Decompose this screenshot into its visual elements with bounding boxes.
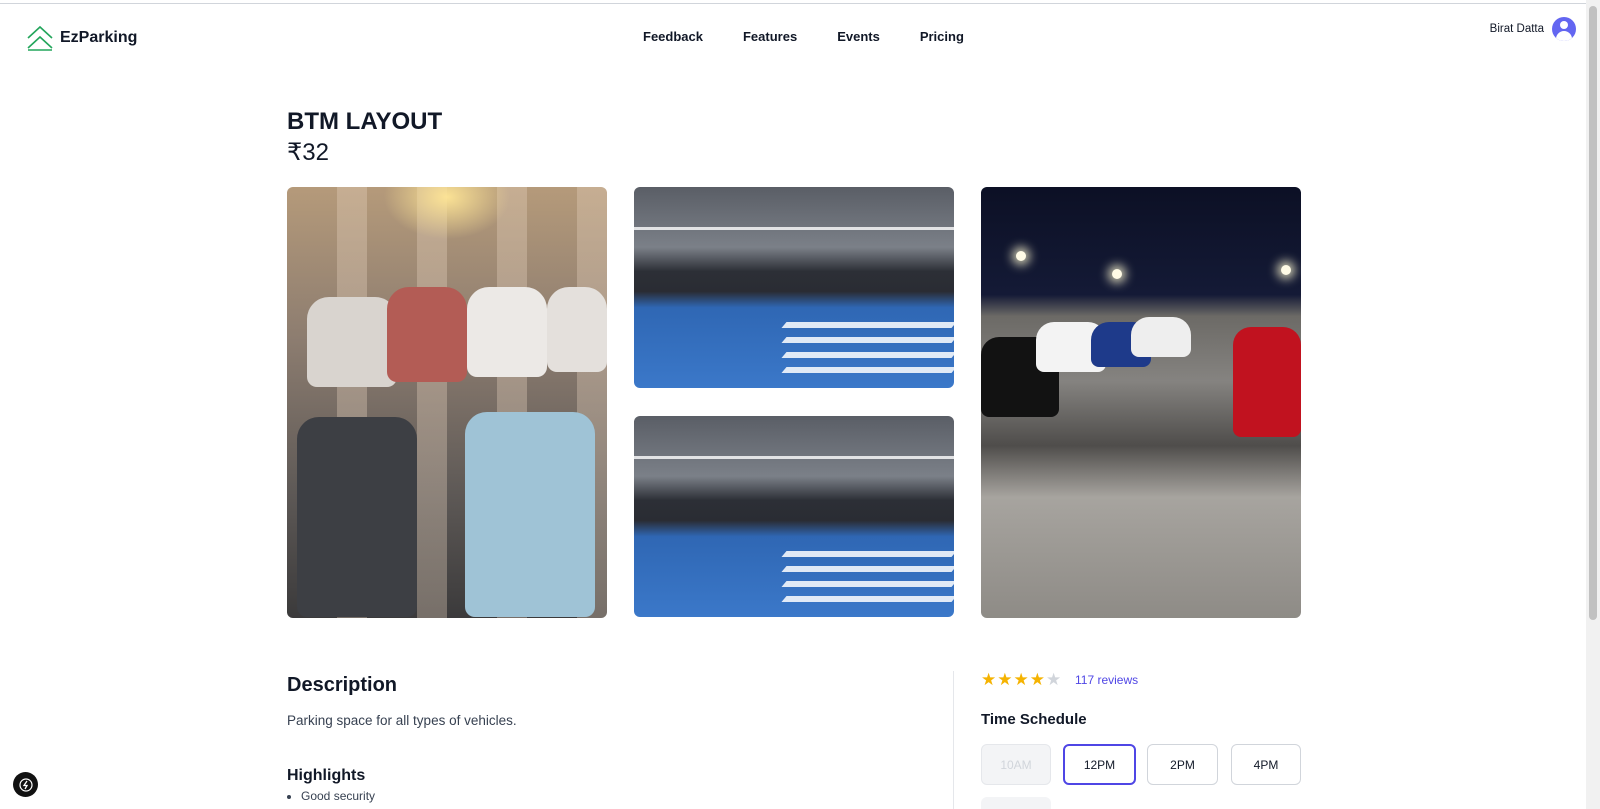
star-rating: ★ ★ ★ ★ ★ — [981, 671, 1061, 688]
highlight-item: Good security — [301, 789, 375, 803]
street-lamp — [1281, 265, 1291, 275]
gallery-image-night-lot[interactable] — [981, 187, 1301, 618]
floor-stripe — [781, 551, 954, 557]
car-shape — [467, 287, 547, 377]
star-icon: ★ — [1046, 670, 1062, 689]
time-slot-4pm[interactable]: 4PM — [1231, 744, 1301, 785]
time-slot-12pm[interactable]: 12PM — [1063, 744, 1136, 785]
logo-icon — [27, 25, 53, 51]
street-lamp — [1016, 251, 1026, 261]
user-menu[interactable]: Birat Datta — [1490, 17, 1576, 41]
car-shape — [387, 287, 467, 382]
gallery-image-garage-2[interactable] — [634, 416, 954, 617]
time-slot-next-row — [981, 797, 1051, 809]
section-divider — [953, 671, 954, 809]
car-shape — [1131, 317, 1191, 357]
star-icon: ★ — [981, 670, 997, 689]
dev-tools-button[interactable] — [13, 772, 38, 797]
lightning-icon — [18, 777, 33, 792]
floor-stripe — [781, 352, 954, 358]
avatar[interactable] — [1552, 17, 1576, 41]
highlights-list: Good security — [301, 789, 375, 803]
floor-stripe — [781, 596, 954, 602]
nav-feedback[interactable]: Feedback — [643, 29, 703, 44]
star-icon: ★ — [1013, 670, 1029, 689]
listing-title: BTM LAYOUT — [287, 108, 443, 135]
main-nav: Feedback Features Events Pricing — [643, 29, 964, 44]
reviews-link[interactable]: 117 reviews — [1075, 673, 1138, 687]
floor-stripe — [781, 581, 954, 587]
time-slot-10am[interactable]: 10AM — [981, 744, 1051, 785]
star-icon: ★ — [997, 670, 1013, 689]
nav-pricing[interactable]: Pricing — [920, 29, 964, 44]
site-header: EzParking Feedback Features Events Prici… — [0, 4, 1586, 70]
brand-logo[interactable]: EzParking — [26, 24, 137, 52]
car-shape — [307, 297, 397, 387]
time-schedule-heading: Time Schedule — [981, 711, 1087, 728]
scrollbar-thumb[interactable] — [1589, 6, 1597, 620]
time-slot-2pm[interactable]: 2PM — [1147, 744, 1218, 785]
nav-events[interactable]: Events — [837, 29, 880, 44]
car-shape — [297, 417, 417, 617]
listing-price: ₹32 — [287, 139, 329, 166]
page-scrollbar[interactable] — [1586, 0, 1600, 809]
gallery-image-parking-lot[interactable] — [287, 187, 607, 618]
floor-stripe — [781, 367, 954, 373]
highlights-heading: Highlights — [287, 767, 366, 784]
gallery-image-garage-1[interactable] — [634, 187, 954, 388]
ceiling-lights — [634, 456, 954, 459]
description-text: Parking space for all types of vehicles. — [287, 713, 517, 728]
avatar-body-shape — [1556, 31, 1572, 41]
car-shape — [547, 287, 607, 372]
ceiling-lights — [634, 227, 954, 230]
car-shape — [1233, 327, 1301, 437]
nav-features[interactable]: Features — [743, 29, 797, 44]
star-icon: ★ — [1029, 670, 1045, 689]
car-shape — [465, 412, 595, 617]
avatar-head-shape — [1560, 21, 1568, 29]
brand-name: EzParking — [60, 29, 138, 46]
street-lamp — [1112, 269, 1122, 279]
floor-stripe — [781, 566, 954, 572]
floor-stripe — [781, 322, 954, 328]
user-name: Birat Datta — [1489, 23, 1544, 35]
description-heading: Description — [287, 674, 398, 696]
floor-stripe — [781, 337, 954, 343]
